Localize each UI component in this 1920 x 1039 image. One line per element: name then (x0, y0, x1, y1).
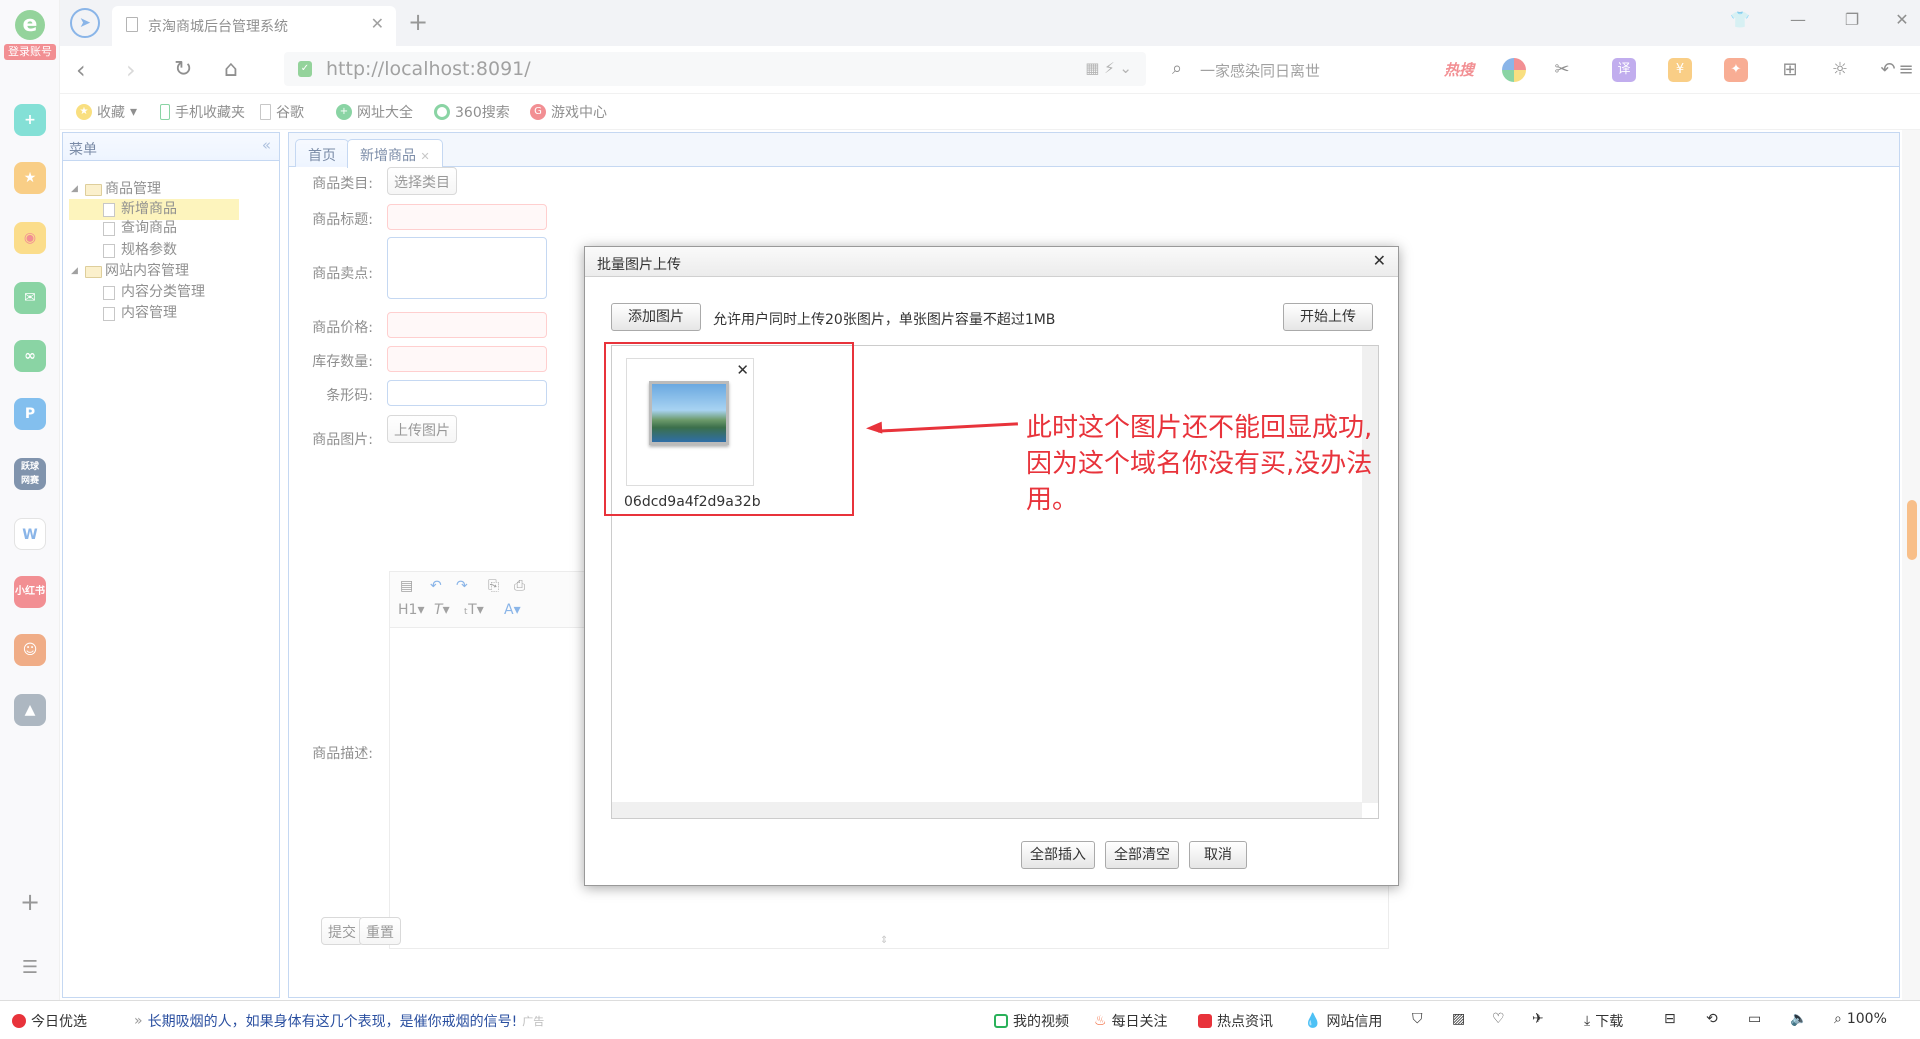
close-dialog-icon[interactable]: ✕ (1373, 251, 1386, 270)
upload-queue: ✕ 06dcd9a4f2d9a32b 此时这个图片还不能回显成功,因为这个域名你… (604, 342, 1379, 819)
annotation-arrow (878, 422, 1018, 433)
news-ticker[interactable]: » 长期吸烟的人，如果身体有这几个表现，是催你戒烟的信号! 广告 (134, 1011, 544, 1031)
dialog-header: 批量图片上传 ✕ (585, 247, 1398, 277)
zoom-level[interactable]: ⌕ 100% (1834, 1011, 1887, 1027)
hot-news[interactable]: 热点资讯 (1198, 1011, 1273, 1031)
start-upload-button[interactable]: 开始上传 (1283, 303, 1373, 331)
rocket-icon[interactable]: ✈ (1532, 1011, 1544, 1027)
devices-icon[interactable]: ⊟ (1664, 1011, 1676, 1027)
video-icon (994, 1014, 1008, 1028)
status-bar: 今日优选 » 长期吸烟的人，如果身体有这几个表现，是催你戒烟的信号! 广告 我的视频… (0, 1000, 1920, 1039)
add-image-button[interactable]: 添加图片 (611, 303, 701, 331)
news-icon (1198, 1014, 1212, 1028)
insert-all-button[interactable]: 全部插入 (1021, 841, 1095, 869)
batch-upload-dialog: 批量图片上传 ✕ 添加图片 允许用户同时上传20张图片，单张图片容量不超过1MB… (584, 246, 1399, 886)
cleanup-icon[interactable]: ⟲ (1706, 1011, 1718, 1027)
dialog-title: 批量图片上传 (597, 257, 681, 273)
drop-icon: 💧 (1304, 1013, 1322, 1029)
security-shield-icon[interactable]: ⛉ (1412, 1011, 1423, 1027)
site-credit[interactable]: 💧 网站信用 (1304, 1011, 1382, 1031)
upload-hint: 允许用户同时上传20张图片，单张图片容量不超过1MB (713, 312, 1056, 328)
chevron-icon: » (134, 1013, 143, 1029)
highlight-box (604, 342, 854, 516)
download-icon: ⤓ (1584, 1013, 1591, 1029)
queue-horizontal-scrollbar[interactable] (612, 802, 1362, 818)
daily-follow[interactable]: ♨ 每日关注 (1094, 1011, 1168, 1031)
annotation-text: 此时这个图片还不能回显成功,因为这个域名你没有买,没办法用。 (1026, 413, 1373, 515)
volume-icon[interactable]: 🔈 (1790, 1011, 1807, 1027)
flame-icon: ♨ (1094, 1013, 1107, 1029)
image-icon[interactable]: ▨ (1452, 1011, 1465, 1027)
heart-icon (12, 1014, 26, 1028)
cancel-button[interactable]: 取消 (1189, 841, 1247, 869)
zoom-icon: ⌕ (1834, 1011, 1842, 1027)
today-picks[interactable]: 今日优选 (12, 1011, 87, 1031)
my-video[interactable]: 我的视频 (994, 1011, 1069, 1031)
download-manager[interactable]: ⤓ 下载 (1584, 1011, 1623, 1031)
screen-icon[interactable]: ▭ (1748, 1011, 1761, 1027)
clear-all-button[interactable]: 全部清空 (1105, 841, 1179, 869)
health-icon[interactable]: ♡ (1492, 1011, 1505, 1027)
